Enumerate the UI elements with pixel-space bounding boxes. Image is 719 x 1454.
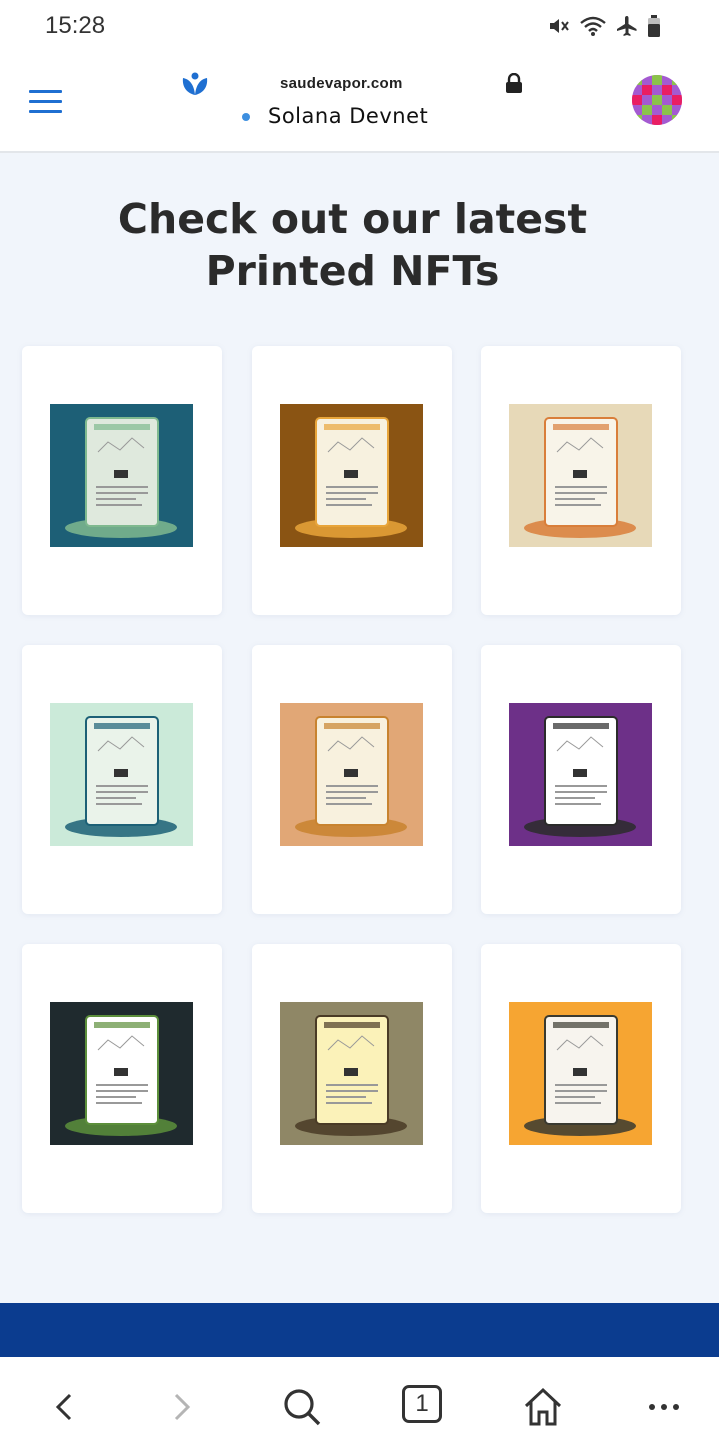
- tab-count: 1: [402, 1385, 442, 1423]
- tabs-button[interactable]: 1: [402, 1385, 446, 1429]
- network-status-dot: [242, 113, 250, 121]
- site-domain[interactable]: saudevapor.com: [280, 75, 403, 92]
- lock-icon[interactable]: [505, 73, 523, 93]
- nft-image[interactable]: [50, 1002, 193, 1145]
- status-bar: 15:28: [0, 0, 719, 55]
- avatar-pattern: [632, 75, 682, 125]
- search-icon[interactable]: [280, 1385, 324, 1429]
- status-time: 15:28: [45, 12, 106, 39]
- nft-image[interactable]: [509, 703, 652, 846]
- nft-image[interactable]: [50, 404, 193, 547]
- status-icons: [547, 14, 661, 38]
- nft-image[interactable]: [280, 703, 423, 846]
- nft-card[interactable]: [252, 645, 452, 914]
- nft-image[interactable]: [280, 404, 423, 547]
- mute-vibrate-icon: [550, 19, 569, 33]
- app-header: saudevapor.com Solana Devnet: [0, 55, 719, 153]
- footer-band: [0, 1303, 719, 1357]
- main-content: Check out our latest Printed NFTs: [0, 153, 719, 1303]
- network-label[interactable]: Solana Devnet: [268, 104, 428, 128]
- nft-card[interactable]: [481, 645, 681, 914]
- nft-image[interactable]: [50, 703, 193, 846]
- avatar[interactable]: [632, 75, 682, 125]
- back-icon[interactable]: [42, 1385, 86, 1429]
- forward-icon[interactable]: [160, 1385, 204, 1429]
- nft-card[interactable]: [22, 346, 222, 615]
- nft-image[interactable]: [509, 1002, 652, 1145]
- wifi-icon: [580, 16, 606, 36]
- nft-image[interactable]: [280, 1002, 423, 1145]
- nft-card[interactable]: [481, 944, 681, 1213]
- nft-card[interactable]: [22, 645, 222, 914]
- battery-icon: [648, 15, 660, 37]
- nft-card[interactable]: [22, 944, 222, 1213]
- airplane-icon: [617, 16, 637, 36]
- browser-nav-bar: 1: [0, 1357, 719, 1454]
- nft-card[interactable]: [252, 346, 452, 615]
- more-icon[interactable]: [642, 1385, 686, 1429]
- page-title: Check out our latest Printed NFTs: [117, 195, 588, 295]
- brand-logo-icon: [182, 72, 208, 95]
- hamburger-menu-icon[interactable]: [29, 90, 62, 114]
- nft-card[interactable]: [252, 944, 452, 1213]
- home-icon[interactable]: [521, 1385, 565, 1429]
- nft-image[interactable]: [509, 404, 652, 547]
- nft-card[interactable]: [481, 346, 681, 615]
